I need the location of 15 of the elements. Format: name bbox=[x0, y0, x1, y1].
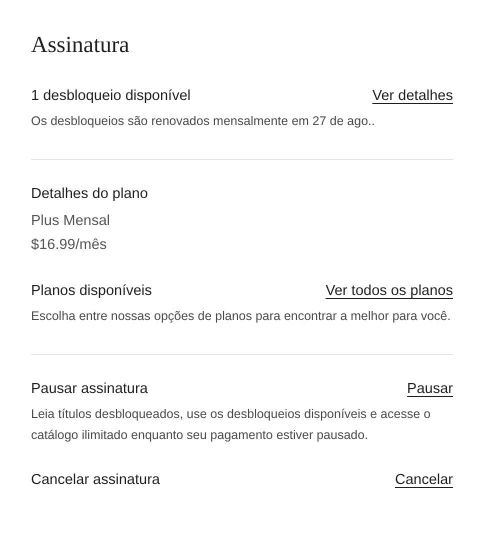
section-heading: Pausar assinatura bbox=[31, 380, 148, 399]
page-title: Assinatura bbox=[31, 31, 130, 59]
section-heading: 1 desbloqueio disponível bbox=[31, 87, 191, 106]
section-description: Leia títulos desbloqueados, use os desbloqueios disponíveis e acesse o catálogo ilimitado enquanto seu pagamento estiver pausado. bbox=[31, 406, 432, 444]
section-description: Escolha entre nossas opções de planos para encontrar a melhor para você. bbox=[31, 308, 452, 325]
plan-info: $16.99/mês bbox=[31, 236, 108, 255]
section-heading: Detalhes do plano bbox=[31, 185, 148, 204]
section-heading: Planos disponíveis bbox=[31, 282, 152, 301]
section-link[interactable]: Ver todos os planos bbox=[326, 281, 453, 301]
section-link[interactable]: Pausar bbox=[407, 379, 453, 399]
section-link[interactable]: Cancelar bbox=[394, 470, 453, 490]
section-link[interactable]: Ver detalhes bbox=[372, 86, 453, 106]
section-description: Os desbloqueios são renovados mensalmente em 27 de ago.. bbox=[31, 113, 376, 130]
plan-info: Plus Mensal bbox=[31, 212, 111, 231]
section-heading: Cancelar assinatura bbox=[31, 471, 160, 490]
